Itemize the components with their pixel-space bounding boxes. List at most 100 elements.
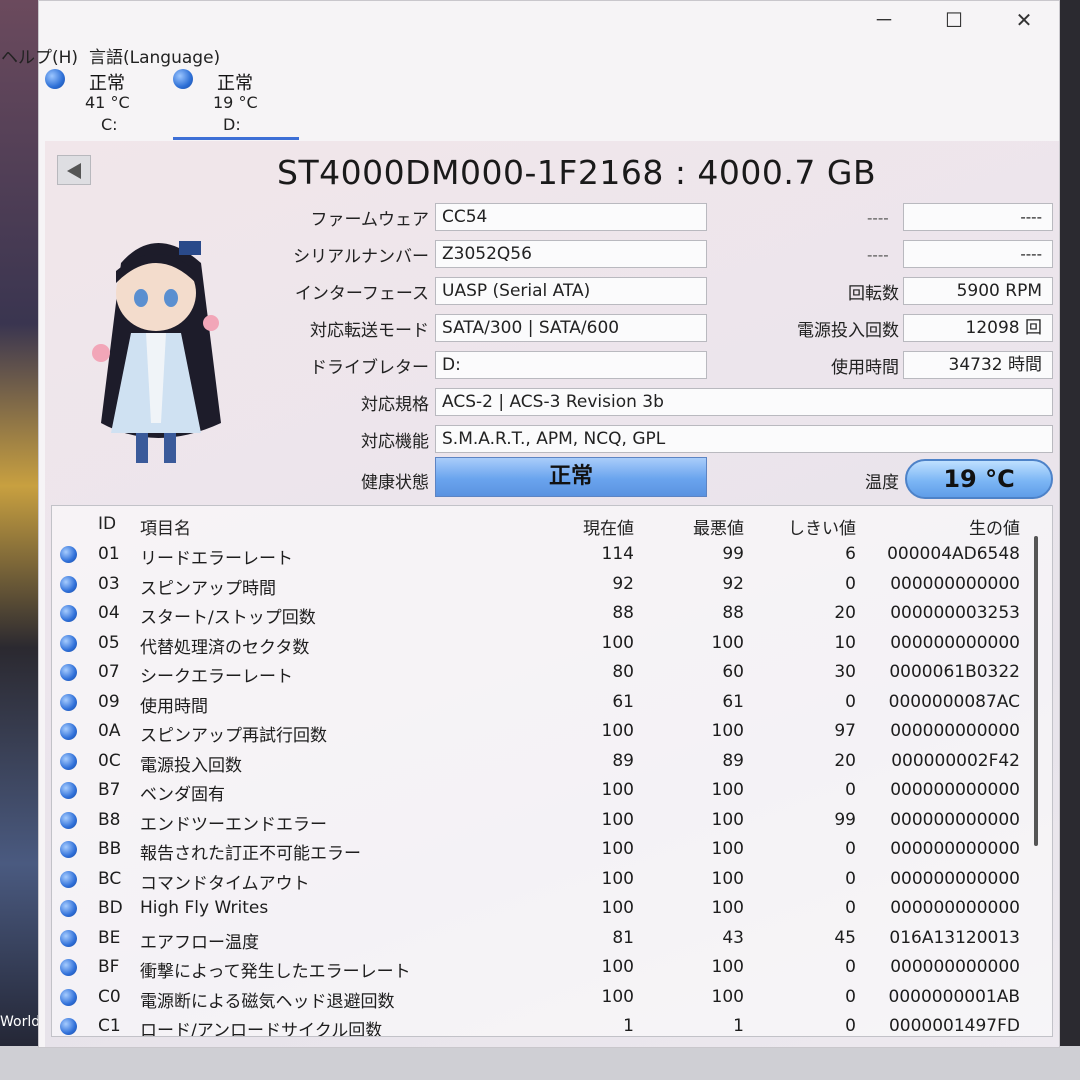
table-row[interactable]: BD High Fly Writes 100 100 0 000000000000: [52, 894, 1052, 924]
attr-current: 100: [601, 780, 634, 800]
attr-raw: 000000000000: [890, 839, 1020, 859]
table-row[interactable]: BB 報告された訂正不可能エラー 100 100 0 000000000000: [52, 835, 1052, 865]
attr-current: 100: [601, 809, 634, 830]
table-row[interactable]: 01 リードエラーレート 114 99 6 000004AD6548: [52, 540, 1052, 570]
attr-raw: 000000000000: [890, 809, 1020, 830]
attr-current: 89: [612, 750, 634, 771]
standard-label: 対応規格: [361, 395, 429, 415]
attr-threshold: 0: [845, 1016, 856, 1036]
screen-bottom: [0, 1046, 1080, 1080]
table-row[interactable]: 07 シークエラーレート 80 60 30 0000061B0322: [52, 658, 1052, 688]
status-dot-icon: [60, 605, 77, 622]
header-threshold[interactable]: しきい値: [788, 514, 856, 539]
attr-threshold: 20: [834, 603, 856, 623]
health-label: 健康状態: [361, 473, 429, 493]
attr-id: B7: [98, 780, 121, 800]
placeholder-label: ----: [867, 246, 889, 264]
disk-temp: 19 °C: [213, 93, 258, 112]
disk-temp: 41 °C: [85, 93, 130, 112]
attr-threshold: 0: [845, 573, 856, 594]
attr-current: 100: [601, 868, 634, 889]
attr-current: 100: [601, 957, 634, 977]
disk-letter: C:: [101, 115, 118, 134]
close-button[interactable]: ✕: [1009, 7, 1039, 33]
drive-info-panel: ST4000DM000-1F2168 : 4000.7 GB ファームウェア C…: [45, 141, 1059, 1047]
attr-name: 使用時間: [140, 696, 208, 717]
header-raw[interactable]: 生の値: [969, 514, 1020, 539]
features-label: 対応機能: [361, 432, 429, 452]
attr-current: 100: [601, 632, 634, 653]
transfer-mode-value: SATA/300 | SATA/600: [435, 314, 707, 342]
header-worst[interactable]: 最悪値: [693, 514, 744, 539]
attr-raw: 016A13120013: [889, 927, 1020, 948]
attr-current: 1: [623, 1016, 634, 1036]
attr-name: 電源断による磁気ヘッド退避回数: [140, 991, 395, 1012]
attr-threshold: 10: [834, 632, 856, 653]
attr-current: 114: [601, 544, 634, 564]
attr-current: 100: [601, 986, 634, 1007]
table-row[interactable]: 03 スピンアップ時間 92 92 0 000000000000: [52, 570, 1052, 600]
table-row[interactable]: B7 ベンダ固有 100 100 0 000000000000: [52, 776, 1052, 806]
header-current[interactable]: 現在値: [583, 514, 634, 539]
attr-raw: 0000061B0322: [889, 662, 1020, 682]
status-dot-icon: [60, 723, 77, 740]
attr-threshold: 0: [845, 957, 856, 977]
rpm-value: 5900 RPM: [903, 277, 1053, 305]
attr-current: 88: [612, 603, 634, 623]
desktop-text: World: [0, 1014, 41, 1030]
attr-raw: 0000000001AB: [888, 986, 1020, 1007]
health-status-button[interactable]: 正常: [435, 457, 707, 497]
mascot-character-image: [92, 241, 221, 463]
power-on-hours-label: 使用時間: [831, 358, 899, 378]
attr-name: 報告された訂正不可能エラー: [140, 844, 361, 864]
attr-name: コマンドタイムアウト: [140, 873, 310, 894]
header-name[interactable]: 項目名: [140, 514, 191, 539]
table-row[interactable]: 09 使用時間 61 61 0 0000000087AC: [52, 688, 1052, 718]
disk-status: 正常: [89, 73, 125, 94]
interface-value: UASP (Serial ATA): [435, 277, 707, 305]
table-row[interactable]: C0 電源断による磁気ヘッド退避回数 100 100 0 0000000001AB: [52, 983, 1052, 1013]
table-row[interactable]: BE エアフロー温度 81 43 45 016A13120013: [52, 924, 1052, 954]
disk-c[interactable]: 正常 41 °C C:: [45, 65, 171, 137]
drive-model-title: ST4000DM000-1F2168 : 4000.7 GB: [277, 153, 877, 192]
disk-d[interactable]: 正常 19 °C D:: [173, 65, 299, 140]
attr-id: BF: [98, 957, 120, 977]
rpm-label: 回転数: [848, 284, 899, 304]
attr-current: 80: [612, 662, 634, 682]
status-dot-icon: [60, 546, 77, 563]
status-dot-icon: [60, 841, 77, 858]
attr-worst: 100: [711, 721, 744, 741]
attr-worst: 1: [733, 1016, 744, 1036]
table-row[interactable]: BC コマンドタイムアウト 100 100 0 000000000000: [52, 865, 1052, 895]
attr-worst: 100: [711, 780, 744, 800]
table-row[interactable]: B8 エンドツーエンドエラー 100 100 99 000000000000: [52, 806, 1052, 836]
status-dot-icon: [60, 959, 77, 976]
title-bar: － ☐ ✕: [39, 1, 1059, 41]
maximize-button[interactable]: ☐: [939, 7, 969, 33]
header-id[interactable]: ID: [98, 514, 116, 534]
attr-raw: 000000000000: [890, 721, 1020, 741]
attr-threshold: 0: [845, 691, 856, 712]
status-dot-icon: [60, 929, 77, 947]
status-dot-icon: [60, 664, 77, 681]
table-row[interactable]: BF 衝撃によって発生したエラーレート 100 100 0 000000000000: [52, 953, 1052, 983]
attr-name: エアフロー温度: [140, 932, 259, 953]
table-row[interactable]: 05 代替処理済のセクタ数 100 100 10 000000000000: [52, 629, 1052, 659]
temperature-button[interactable]: 19 °C: [905, 459, 1053, 499]
attr-name: High Fly Writes: [140, 898, 269, 918]
attr-worst: 100: [711, 986, 744, 1007]
attr-worst: 100: [711, 839, 744, 859]
table-row[interactable]: 04 スタート/ストップ回数 88 88 20 000000003253: [52, 599, 1052, 629]
previous-disk-button[interactable]: [57, 155, 91, 185]
table-scrollbar[interactable]: [1034, 536, 1038, 846]
table-row[interactable]: C1 ロード/アンロードサイクル回数 1 1 0 0000001497FD: [52, 1012, 1052, 1036]
table-row[interactable]: 0A スピンアップ再試行回数 100 100 97 000000000000: [52, 717, 1052, 747]
power-on-count-label: 電源投入回数: [797, 321, 899, 341]
status-dot-icon: [60, 782, 77, 799]
minimize-button[interactable]: －: [869, 7, 899, 33]
table-row[interactable]: 0C 電源投入回数 89 89 20 000000002F42: [52, 747, 1052, 777]
attr-worst: 99: [722, 544, 744, 564]
attr-threshold: 20: [834, 750, 856, 771]
temperature-label: 温度: [865, 473, 899, 493]
attr-worst: 43: [722, 927, 744, 948]
